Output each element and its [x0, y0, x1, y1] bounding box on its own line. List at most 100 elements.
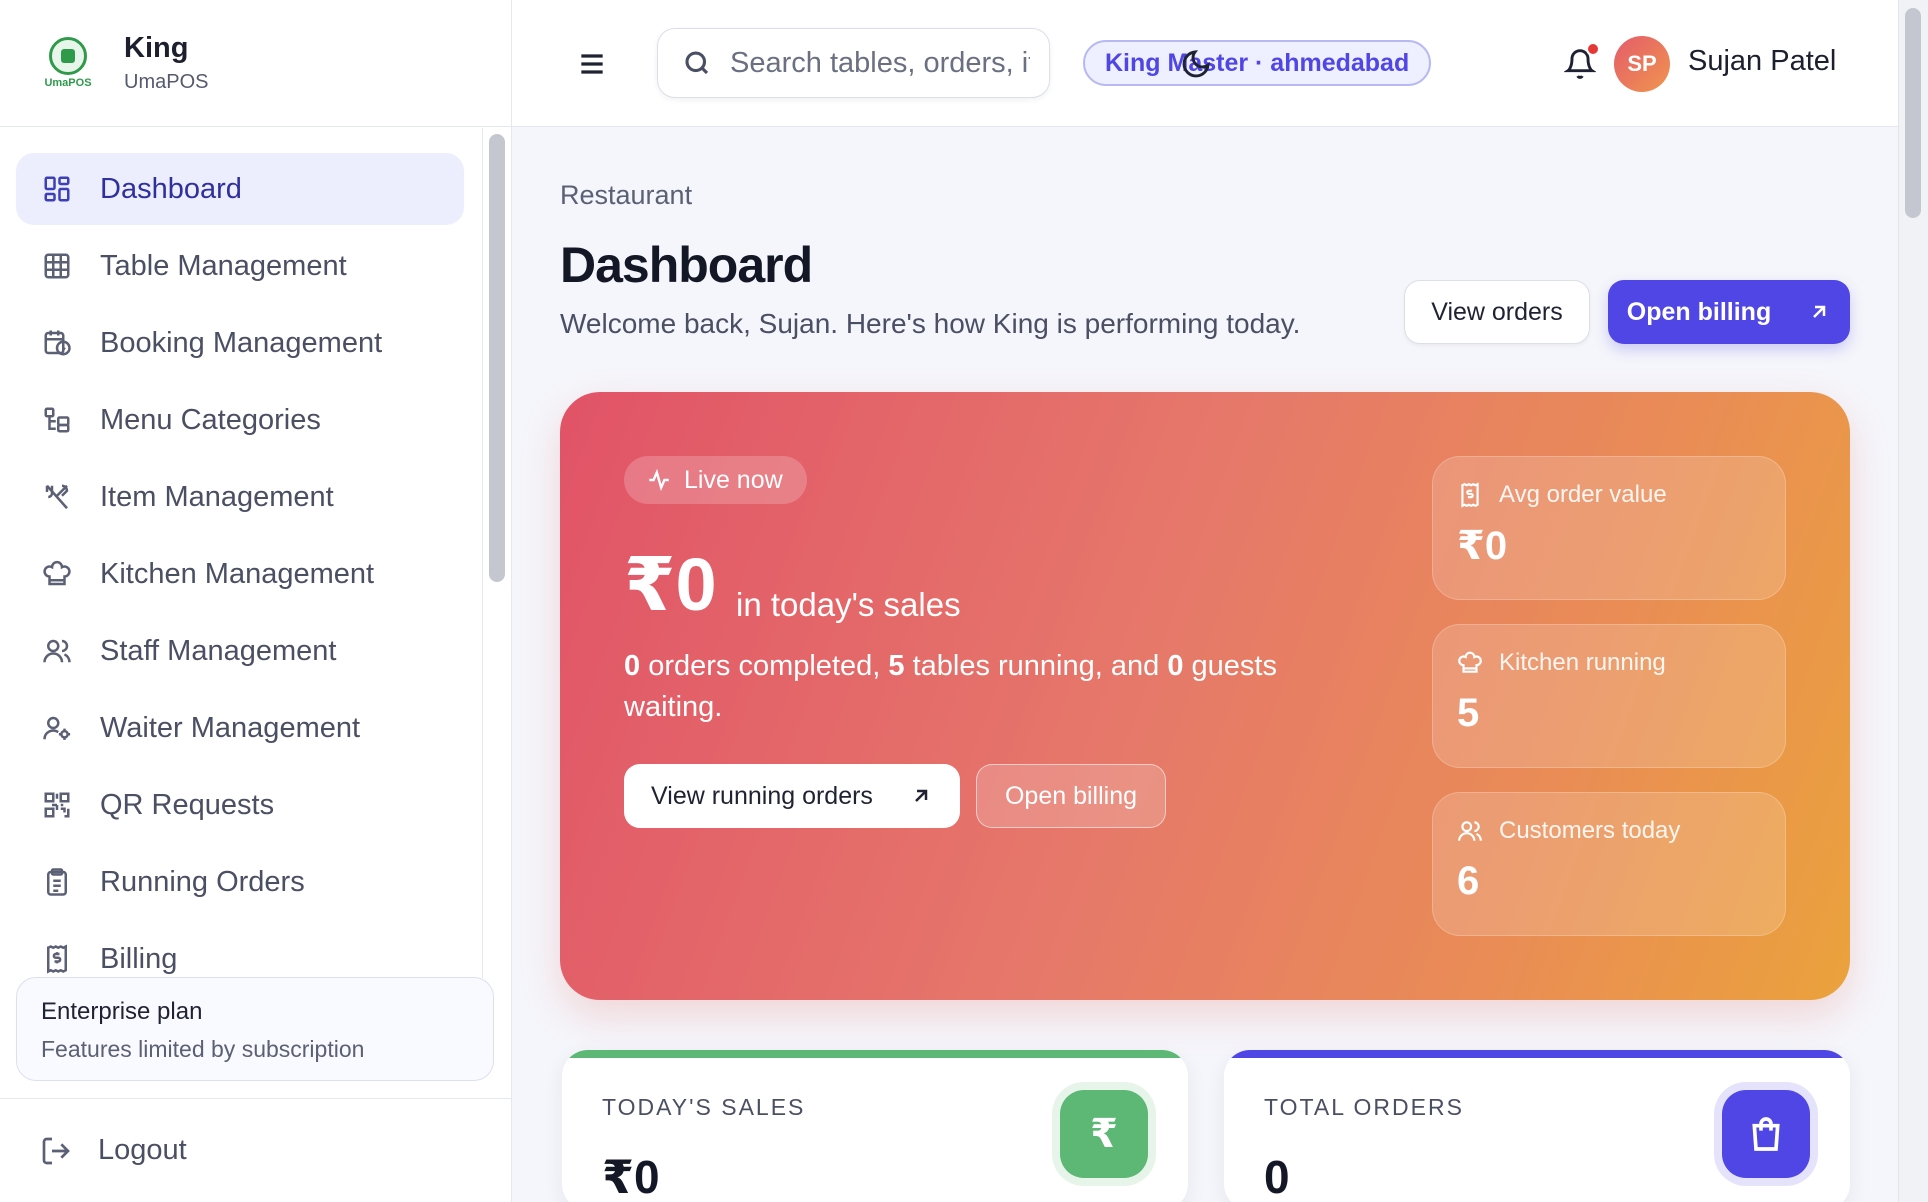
plan-card: Enterprise plan Features limited by subs… [16, 977, 494, 1081]
sidebar-item-booking-management[interactable]: Booking Management [16, 307, 464, 379]
stat-label: Customers today [1499, 817, 1681, 844]
clipboard-icon [40, 865, 74, 899]
hero-summary: 0 orders completed, 5 tables running, an… [624, 646, 1344, 728]
calendar-icon [40, 326, 74, 360]
live-sales-hero: Live now ₹0 in today's sales 0 orders co… [560, 392, 1850, 1000]
brand-logo: UmaPOS [40, 35, 96, 91]
logo-text: UmaPOS [44, 77, 92, 89]
stat-avg-order-value: Avg order value ₹0 [1432, 456, 1786, 600]
sidebar-item-label: Running Orders [100, 865, 305, 898]
page-title: Dashboard [560, 237, 813, 293]
search-box[interactable] [657, 28, 1050, 98]
sidebar-item-dashboard[interactable]: Dashboard [16, 153, 464, 225]
orders-completed-text: orders completed, [640, 650, 889, 682]
sidebar-item-kitchen-management[interactable]: Kitchen Management [16, 538, 464, 610]
sidebar-item-label: Kitchen Management [100, 557, 375, 590]
users-icon [40, 634, 74, 668]
topbar: King Master · ahmedabad SP Sujan Patel [512, 0, 1898, 127]
plan-subtitle: Features limited by subscription [41, 1036, 365, 1062]
branch-badge[interactable]: King Master · ahmedabad [1083, 40, 1432, 86]
brand-subtitle: UmaPOS [124, 71, 209, 93]
avatar[interactable]: SP [1614, 36, 1670, 92]
logout-label: Logout [98, 1134, 187, 1166]
kpi-label: TODAY'S SALES [602, 1094, 806, 1120]
hero-sales-caption: in today's sales [736, 586, 961, 623]
receipt-icon [40, 942, 74, 976]
page-scrollbar[interactable] [1905, 8, 1921, 218]
stat-value: ₹0 [1457, 524, 1508, 568]
shopping-bag-icon [1722, 1090, 1810, 1178]
brand[interactable]: UmaPOS King UmaPOS [0, 0, 511, 127]
stat-value: 6 [1457, 859, 1480, 903]
categories-icon [40, 403, 74, 437]
chef-hat-icon [40, 557, 74, 591]
kpi-accent-bar [562, 1050, 1188, 1058]
kpi-total-orders: TOTAL ORDERS 0 [1224, 1050, 1850, 1202]
stat-label: Kitchen running [1499, 649, 1666, 676]
sidebar: UmaPOS King UmaPOS Dashboard Table Manag… [0, 0, 512, 1202]
table-icon [40, 249, 74, 283]
stat-customers-today: Customers today 6 [1432, 792, 1786, 936]
plan-title: Enterprise plan [41, 998, 203, 1025]
kpi-label: TOTAL ORDERS [1264, 1094, 1464, 1120]
sidebar-nav: Dashboard Table Management Booking Manag… [0, 128, 482, 978]
sidebar-item-label: Booking Management [100, 326, 383, 359]
sidebar-item-menu-categories[interactable]: Menu Categories [16, 384, 464, 456]
sidebar-item-label: Staff Management [100, 634, 337, 667]
stat-label: Avg order value [1499, 481, 1667, 508]
sidebar-item-label: Table Management [100, 249, 347, 282]
open-billing-button[interactable]: Open billing [1608, 280, 1850, 344]
main-content: Restaurant Dashboard Welcome back, Sujan… [512, 128, 1898, 1202]
arrow-up-right-icon [915, 789, 928, 802]
utensils-icon [40, 480, 74, 514]
sidebar-item-label: QR Requests [100, 788, 275, 821]
sidebar-item-qr-requests[interactable]: QR Requests [16, 769, 464, 841]
logout-icon [42, 1137, 70, 1164]
tables-running-count: 5 [888, 650, 905, 682]
sidebar-item-running-orders[interactable]: Running Orders [16, 846, 464, 918]
sidebar-item-staff-management[interactable]: Staff Management [16, 615, 464, 687]
user-name[interactable]: Sujan Patel [1688, 45, 1836, 78]
hero-open-billing-button[interactable]: Open billing [976, 764, 1166, 828]
notification-dot [1586, 42, 1600, 56]
arrow-up-right-icon [1813, 305, 1826, 318]
sidebar-item-table-management[interactable]: Table Management [16, 230, 464, 302]
chef-hat-icon [1458, 651, 1482, 673]
view-orders-button[interactable]: View orders [1404, 280, 1590, 344]
theme-toggle-button[interactable] [1174, 42, 1218, 86]
users-icon [1458, 821, 1482, 841]
rupee-icon: ₹ [1060, 1090, 1148, 1178]
kpi-accent-bar [1224, 1050, 1850, 1058]
sidebar-item-item-management[interactable]: Item Management [16, 461, 464, 533]
logout-button[interactable]: Logout [0, 1098, 512, 1202]
stat-kitchen-running: Kitchen running 5 [1432, 624, 1786, 768]
open-billing-label: Open billing [1626, 297, 1772, 326]
brand-name: King [124, 32, 189, 64]
sidebar-item-label: Menu Categories [100, 403, 321, 436]
search-input[interactable] [730, 46, 1030, 80]
breadcrumb: Restaurant [560, 180, 693, 210]
view-running-orders-button[interactable]: View running orders [624, 764, 960, 828]
kpi-value: 0 [1264, 1151, 1290, 1202]
sidebar-scrollbar[interactable] [489, 134, 505, 582]
hamburger-icon [581, 54, 603, 74]
user-cog-icon [40, 711, 74, 745]
sidebar-item-waiter-management[interactable]: Waiter Management [16, 692, 464, 764]
search-icon [685, 51, 709, 75]
tables-running-text: tables running, and [904, 650, 1168, 682]
welcome-text: Welcome back, Sujan. Here's how King is … [560, 308, 1301, 339]
sidebar-item-billing[interactable]: Billing [16, 923, 464, 978]
stat-value: 5 [1457, 691, 1480, 735]
logo-mark [49, 37, 87, 75]
live-label: Live now [684, 465, 783, 494]
activity-icon [649, 468, 669, 492]
sidebar-item-label: Item Management [100, 480, 334, 513]
notifications-button[interactable] [1558, 42, 1602, 86]
hero-sales-amount: ₹0 [624, 543, 717, 626]
kpi-value: ₹0 [602, 1151, 660, 1202]
view-running-orders-label: View running orders [651, 781, 873, 810]
sidebar-item-label: Dashboard [100, 172, 242, 205]
live-badge: Live now [624, 456, 807, 504]
menu-toggle-button[interactable] [572, 44, 612, 84]
receipt-icon [1461, 482, 1479, 508]
